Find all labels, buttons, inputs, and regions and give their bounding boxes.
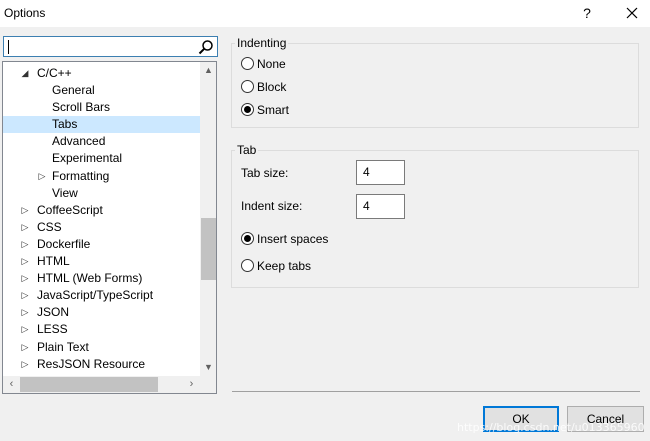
tree-item-label: CSS <box>37 219 62 234</box>
separator <box>232 391 640 392</box>
radio-block[interactable] <box>241 80 254 93</box>
horizontal-scrollbar[interactable]: ‹ › <box>3 376 200 393</box>
window-title: Options <box>4 6 46 20</box>
tree-item[interactable]: ▷ Plain Text <box>3 339 200 356</box>
tree-list: ◢ C/C++ General Scroll Bars Tabs Advanced Expe… <box>3 65 200 373</box>
radio-block-label: Block <box>257 80 287 94</box>
tree-item[interactable]: Experimental <box>3 150 200 167</box>
tree-item-label: Scroll Bars <box>52 100 111 115</box>
tree-item[interactable]: General <box>3 82 200 99</box>
close-icon <box>626 7 638 19</box>
radio-smart-label: Smart <box>257 103 290 117</box>
search-field[interactable] <box>10 38 180 55</box>
radio-none-label: None <box>257 57 286 71</box>
tree-item[interactable]: ▷ ResJSON Resource <box>3 356 200 373</box>
tree-item-label: HTML <box>37 254 70 269</box>
radio-none[interactable] <box>241 57 254 70</box>
tree-item[interactable]: Advanced <box>3 133 200 150</box>
expanded-arrow-icon[interactable]: ◢ <box>20 65 30 82</box>
tree-item-label: CoffeeScript <box>37 202 103 217</box>
tree-item-label: Experimental <box>52 151 123 166</box>
tree-item[interactable]: ▷ JavaScript/TypeScript <box>3 287 200 304</box>
tree-item-label: Formatting <box>52 168 110 183</box>
search-input[interactable] <box>3 36 218 57</box>
tree-item[interactable]: Tabs <box>3 116 200 134</box>
indent-size-label: Indent size: <box>241 199 303 213</box>
collapsed-arrow-icon[interactable]: ▷ <box>20 356 30 373</box>
collapsed-arrow-icon[interactable]: ▷ <box>20 287 30 304</box>
tree-item-label: Plain Text <box>37 339 89 354</box>
tree-item[interactable]: ◢ C/C++ <box>3 65 200 82</box>
radio-keep-tabs[interactable] <box>241 259 254 272</box>
tree-item-label: View <box>52 185 78 200</box>
tree-item-label: C/C++ <box>37 66 72 80</box>
indenting-group-title: Indenting <box>235 36 289 50</box>
tree-item[interactable]: ▷ CoffeeScript <box>3 202 200 219</box>
horizontal-scroll-thumb[interactable] <box>20 377 158 392</box>
tree-item-label: LESS <box>37 322 68 337</box>
radio-smart[interactable] <box>241 103 254 116</box>
help-button[interactable]: ? <box>570 0 604 27</box>
scroll-down-icon[interactable]: ▼ <box>200 359 216 376</box>
tree-item[interactable]: ▷ HTML (Web Forms) <box>3 270 200 287</box>
tree-item[interactable]: ▷ JSON <box>3 304 200 321</box>
search-icon[interactable] <box>198 39 214 55</box>
collapsed-arrow-icon[interactable]: ▷ <box>20 304 30 321</box>
tree-item[interactable]: ▷ Formatting <box>3 168 200 185</box>
watermark: https://blog.csdn.net/u013365960 <box>457 421 645 434</box>
tab-size-field[interactable]: 4 <box>356 160 405 185</box>
tree-item-label: General <box>52 83 95 98</box>
tree-item-label: JavaScript/TypeScript <box>37 288 154 303</box>
tree-item-label: Tabs <box>52 117 78 132</box>
tree-item[interactable]: View <box>3 185 200 202</box>
collapsed-arrow-icon[interactable]: ▷ <box>20 202 30 219</box>
indent-size-field[interactable]: 4 <box>356 194 405 219</box>
vertical-scroll-thumb[interactable] <box>201 218 216 280</box>
tab-group: Tab Tab size: 4 Indent size: 4 Insert sp… <box>231 143 639 288</box>
vertical-scrollbar[interactable]: ▲ ▼ <box>200 62 216 376</box>
scrollbar-corner <box>200 376 216 393</box>
tree-item-label: ResJSON Resource <box>37 356 146 371</box>
collapsed-arrow-icon[interactable]: ▷ <box>20 339 30 356</box>
collapsed-arrow-icon[interactable]: ▷ <box>37 168 47 185</box>
tree-item[interactable]: ▷ HTML <box>3 253 200 270</box>
scroll-up-icon[interactable]: ▲ <box>200 62 216 79</box>
tree-item[interactable]: Scroll Bars <box>3 99 200 116</box>
collapsed-arrow-icon[interactable]: ▷ <box>20 321 30 338</box>
radio-insert-spaces-label: Insert spaces <box>257 232 329 246</box>
tab-size-label: Tab size: <box>241 166 289 180</box>
text-caret <box>8 40 9 54</box>
scroll-right-icon[interactable]: › <box>183 376 200 393</box>
collapsed-arrow-icon[interactable]: ▷ <box>20 270 30 287</box>
collapsed-arrow-icon[interactable]: ▷ <box>20 236 30 253</box>
tree-item[interactable]: ▷ Dockerfile <box>3 236 200 253</box>
scroll-left-icon[interactable]: ‹ <box>3 376 20 393</box>
collapsed-arrow-icon[interactable]: ▷ <box>20 219 30 236</box>
radio-keep-tabs-label: Keep tabs <box>257 259 312 273</box>
tree-item-label: HTML (Web Forms) <box>37 271 143 286</box>
tree-item-label: Advanced <box>52 134 106 149</box>
indenting-group: Indenting None Block Smart <box>231 36 639 128</box>
options-tree[interactable]: ◢ C/C++ General Scroll Bars Tabs Advanced Expe… <box>2 61 217 394</box>
tab-group-title: Tab <box>235 143 259 157</box>
radio-insert-spaces[interactable] <box>241 232 254 245</box>
close-button[interactable] <box>614 0 650 27</box>
tree-item[interactable]: ▷ CSS <box>3 219 200 236</box>
tree-item-label: Dockerfile <box>37 236 91 251</box>
title-bar: Options ? <box>0 0 650 27</box>
tree-item-label: JSON <box>37 305 70 320</box>
collapsed-arrow-icon[interactable]: ▷ <box>20 253 30 270</box>
tree-item[interactable]: ▷ LESS <box>3 321 200 338</box>
